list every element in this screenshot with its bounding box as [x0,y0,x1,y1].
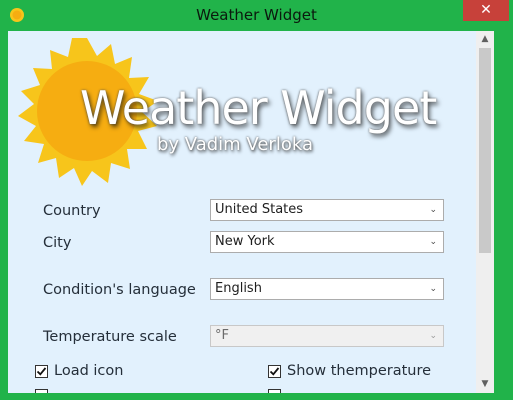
chevron-down-icon: ⌄ [429,284,437,294]
country-label: Country [43,203,101,219]
vertical-scrollbar[interactable]: ▲ ▼ [476,31,494,393]
chevron-up-icon: ▲ [481,34,489,44]
hero-title: Weather Widget [80,81,437,135]
widget-settings-panel: Weather Widget by Vadim Verloka Country … [8,31,494,393]
scroll-up-button[interactable]: ▲ [476,31,494,48]
language-label: Condition's language [43,282,196,298]
country-select[interactable]: United States ⌄ [210,199,444,221]
hero-byline: by Vadim Verloka [157,134,313,155]
close-icon: ✕ [480,2,492,18]
show-temperature-label: Show themperature [287,363,432,379]
chevron-down-icon: ⌄ [429,205,437,215]
temperature-scale-select: °F ⌄ [210,325,444,347]
show-temperature-checkbox[interactable] [268,365,281,378]
checkmark-icon [269,367,280,376]
country-value: United States [215,202,304,217]
title-bar[interactable]: Weather Widget ✕ [0,0,513,30]
language-value: English [215,281,262,296]
scrollbar-thumb[interactable] [479,48,491,253]
city-label: City [43,235,72,251]
chevron-down-icon: ▼ [481,379,489,389]
close-button[interactable]: ✕ [463,0,509,21]
load-icon-checkbox[interactable] [35,365,48,378]
option-checkbox[interactable] [268,389,281,393]
window-title: Weather Widget [196,6,317,24]
load-icon-label: Load icon [54,363,124,379]
chevron-down-icon: ⌄ [429,331,437,341]
temperature-scale-value: °F [215,328,229,343]
city-value: New York [215,234,275,249]
chevron-down-icon: ⌄ [429,237,437,247]
city-select[interactable]: New York ⌄ [210,231,444,253]
temperature-scale-label: Temperature scale [43,329,177,345]
option-checkbox[interactable] [35,389,48,393]
scroll-down-button[interactable]: ▼ [476,376,494,393]
language-select[interactable]: English ⌄ [210,278,444,300]
checkmark-icon [36,367,47,376]
